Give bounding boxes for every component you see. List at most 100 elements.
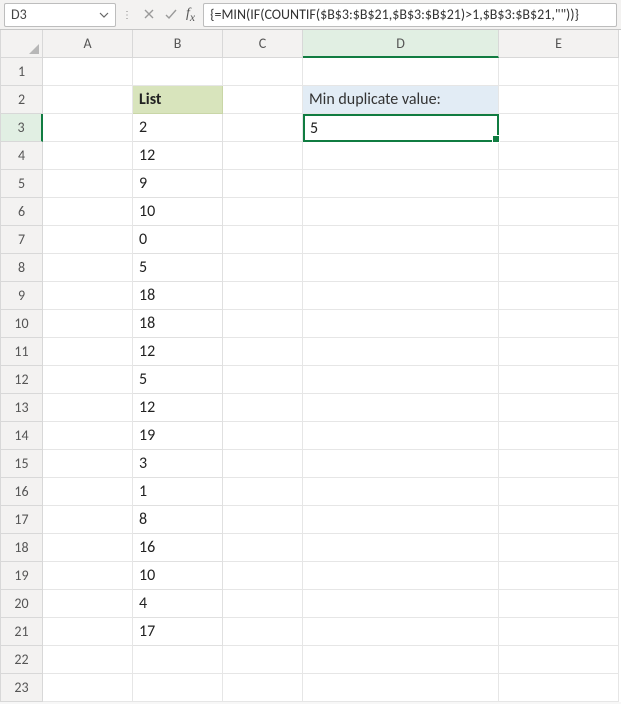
cell-A5[interactable]: [43, 170, 133, 198]
column-header-D[interactable]: D: [303, 30, 499, 58]
cell-A15[interactable]: [43, 450, 133, 478]
cell-C1[interactable]: [223, 58, 303, 86]
row-header-21[interactable]: 21: [1, 618, 43, 646]
cell-C22[interactable]: [223, 646, 303, 674]
cell-C20[interactable]: [223, 590, 303, 618]
cell-D21[interactable]: [303, 618, 499, 646]
column-header-C[interactable]: C: [223, 30, 303, 58]
column-header-E[interactable]: E: [499, 30, 619, 58]
cell-D18[interactable]: [303, 534, 499, 562]
cell-C7[interactable]: [223, 226, 303, 254]
cell-A19[interactable]: [43, 562, 133, 590]
cell-A10[interactable]: [43, 310, 133, 338]
cell-A13[interactable]: [43, 394, 133, 422]
cell-E1[interactable]: [499, 58, 619, 86]
list-value-cell[interactable]: 16: [133, 534, 223, 562]
list-value-cell[interactable]: 18: [133, 282, 223, 310]
cell-C19[interactable]: [223, 562, 303, 590]
cell-D14[interactable]: [303, 422, 499, 450]
row-header-18[interactable]: 18: [1, 534, 43, 562]
cell-D13[interactable]: [303, 394, 499, 422]
cell-E22[interactable]: [499, 646, 619, 674]
cell-E12[interactable]: [499, 366, 619, 394]
cell-A3[interactable]: [43, 114, 133, 142]
row-header-8[interactable]: 8: [1, 254, 43, 282]
row-header-1[interactable]: 1: [1, 58, 43, 86]
row-header-15[interactable]: 15: [1, 450, 43, 478]
row-header-5[interactable]: 5: [1, 170, 43, 198]
cell-D1[interactable]: [303, 58, 499, 86]
cell-A6[interactable]: [43, 198, 133, 226]
list-header-cell[interactable]: List: [133, 86, 223, 114]
spreadsheet-grid[interactable]: ABCDE12ListMin duplicate value:325412596…: [0, 30, 621, 702]
list-value-cell[interactable]: 18: [133, 310, 223, 338]
cell-D15[interactable]: [303, 450, 499, 478]
row-header-23[interactable]: 23: [1, 674, 43, 702]
cell-D5[interactable]: [303, 170, 499, 198]
enter-icon[interactable]: [164, 7, 178, 21]
cancel-icon[interactable]: [142, 7, 156, 21]
cell-A22[interactable]: [43, 646, 133, 674]
cell-D19[interactable]: [303, 562, 499, 590]
cell-C16[interactable]: [223, 478, 303, 506]
row-header-16[interactable]: 16: [1, 478, 43, 506]
cell-A2[interactable]: [43, 86, 133, 114]
cell-E21[interactable]: [499, 618, 619, 646]
cell-C17[interactable]: [223, 506, 303, 534]
list-value-cell[interactable]: 19: [133, 422, 223, 450]
fx-icon[interactable]: fx: [186, 6, 195, 24]
column-header-A[interactable]: A: [43, 30, 133, 58]
cell-E10[interactable]: [499, 310, 619, 338]
row-header-19[interactable]: 19: [1, 562, 43, 590]
cell-D4[interactable]: [303, 142, 499, 170]
select-all-corner[interactable]: [1, 30, 43, 58]
cell-A20[interactable]: [43, 590, 133, 618]
cell-D17[interactable]: [303, 506, 499, 534]
list-value-cell[interactable]: 5: [133, 254, 223, 282]
cell-A18[interactable]: [43, 534, 133, 562]
cell-E16[interactable]: [499, 478, 619, 506]
cell-E4[interactable]: [499, 142, 619, 170]
cell-D8[interactable]: [303, 254, 499, 282]
list-value-cell[interactable]: 10: [133, 562, 223, 590]
list-value-cell[interactable]: 12: [133, 338, 223, 366]
cell-C13[interactable]: [223, 394, 303, 422]
min-dup-label-cell[interactable]: Min duplicate value:: [303, 86, 499, 114]
cell-E15[interactable]: [499, 450, 619, 478]
list-value-cell[interactable]: 2: [133, 114, 223, 142]
cell-A23[interactable]: [43, 674, 133, 702]
cell-C3[interactable]: [223, 114, 303, 142]
cell-E13[interactable]: [499, 394, 619, 422]
cell-C12[interactable]: [223, 366, 303, 394]
list-value-cell[interactable]: 5: [133, 366, 223, 394]
cell-D16[interactable]: [303, 478, 499, 506]
min-dup-result-cell[interactable]: 5: [303, 114, 499, 142]
list-value-cell[interactable]: 12: [133, 394, 223, 422]
cell-C5[interactable]: [223, 170, 303, 198]
cell-A12[interactable]: [43, 366, 133, 394]
column-header-B[interactable]: B: [133, 30, 223, 58]
cell-D7[interactable]: [303, 226, 499, 254]
row-header-10[interactable]: 10: [1, 310, 43, 338]
cell-E8[interactable]: [499, 254, 619, 282]
cell-B23[interactable]: [133, 674, 223, 702]
cell-D10[interactable]: [303, 310, 499, 338]
cell-C14[interactable]: [223, 422, 303, 450]
name-box[interactable]: D3: [4, 3, 116, 27]
cell-A1[interactable]: [43, 58, 133, 86]
cell-A11[interactable]: [43, 338, 133, 366]
list-value-cell[interactable]: 12: [133, 142, 223, 170]
cell-E19[interactable]: [499, 562, 619, 590]
list-value-cell[interactable]: 9: [133, 170, 223, 198]
cell-E23[interactable]: [499, 674, 619, 702]
cell-A8[interactable]: [43, 254, 133, 282]
cell-D9[interactable]: [303, 282, 499, 310]
cell-E2[interactable]: [499, 86, 619, 114]
row-header-11[interactable]: 11: [1, 338, 43, 366]
cell-E7[interactable]: [499, 226, 619, 254]
list-value-cell[interactable]: 8: [133, 506, 223, 534]
row-header-3[interactable]: 3: [1, 114, 43, 142]
cell-B22[interactable]: [133, 646, 223, 674]
row-header-2[interactable]: 2: [1, 86, 43, 114]
row-header-12[interactable]: 12: [1, 366, 43, 394]
